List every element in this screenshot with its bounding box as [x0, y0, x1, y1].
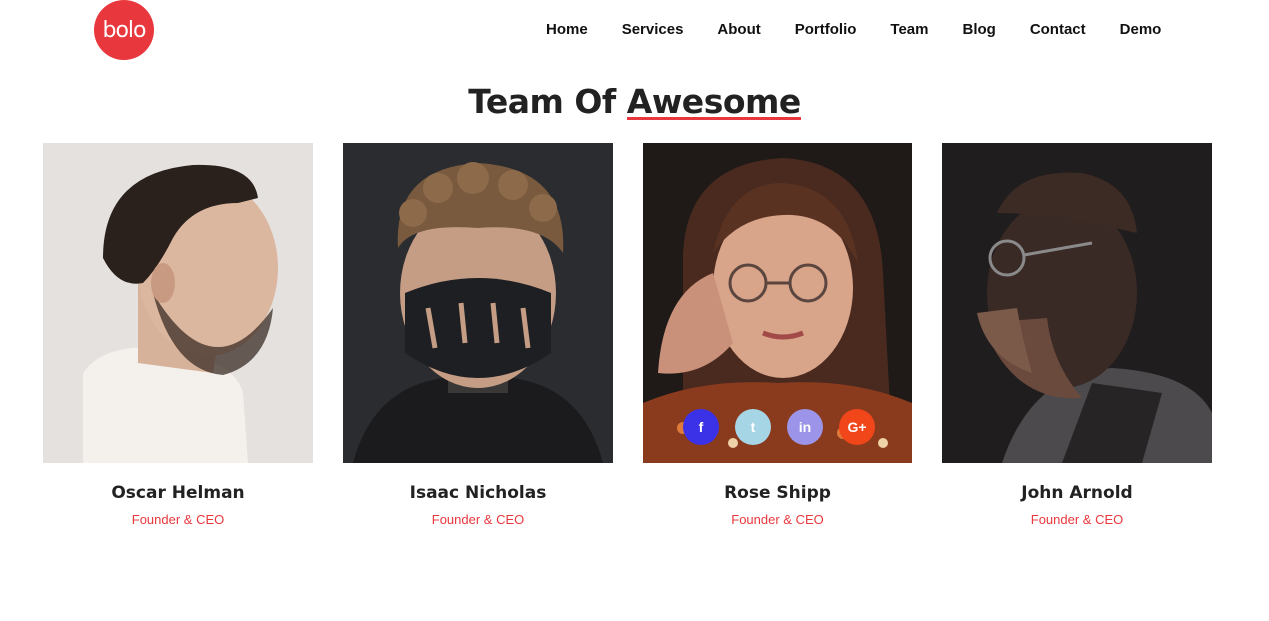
team-member-role: Founder & CEO [731, 512, 824, 527]
team-member-name: Oscar Helman [111, 483, 245, 503]
logo[interactable]: bolo [94, 0, 154, 60]
section-title: Team Of Awesome [0, 82, 1269, 121]
main-nav: Home Services About Portfolio Team Blog … [546, 21, 1161, 38]
social-links: f t in G+ [683, 409, 875, 445]
nav-contact[interactable]: Contact [1030, 21, 1086, 38]
nav-blog[interactable]: Blog [962, 21, 995, 38]
nav-about[interactable]: About [717, 21, 760, 38]
twitter-icon[interactable]: t [735, 409, 771, 445]
team-photo [343, 143, 613, 463]
team-member-role: Founder & CEO [131, 512, 225, 527]
team-photo [43, 143, 313, 463]
google-plus-icon[interactable]: G+ [839, 409, 875, 445]
nav-home[interactable]: Home [546, 21, 588, 38]
team-member-role: Founder & CEO [431, 512, 525, 527]
team-card: Oscar Helman Founder & CEO [43, 143, 313, 527]
team-member-name: John Arnold [1021, 483, 1133, 503]
facebook-icon[interactable]: f [683, 409, 719, 445]
team-member-role: Founder & CEO [1030, 512, 1124, 527]
team-card: f t in G+ Rose Shipp Founder & CEO [643, 143, 912, 527]
team-card: John Arnold Founder & CEO [942, 143, 1212, 527]
nav-demo[interactable]: Demo [1120, 21, 1162, 38]
nav-portfolio[interactable]: Portfolio [795, 21, 857, 38]
section-title-accent: Awesome [626, 82, 801, 121]
nav-services[interactable]: Services [622, 21, 684, 38]
team-member-name: Rose Shipp [724, 483, 831, 503]
logo-text: bolo [102, 17, 147, 43]
team-photo: f t in G+ [643, 143, 912, 463]
team-photo [942, 143, 1212, 463]
linkedin-icon[interactable]: in [787, 409, 823, 445]
section-title-main: Team Of [468, 82, 627, 121]
team-card: Isaac Nicholas Founder & CEO [343, 143, 613, 527]
team-member-name: Isaac Nicholas [409, 483, 547, 503]
nav-team[interactable]: Team [890, 21, 928, 38]
